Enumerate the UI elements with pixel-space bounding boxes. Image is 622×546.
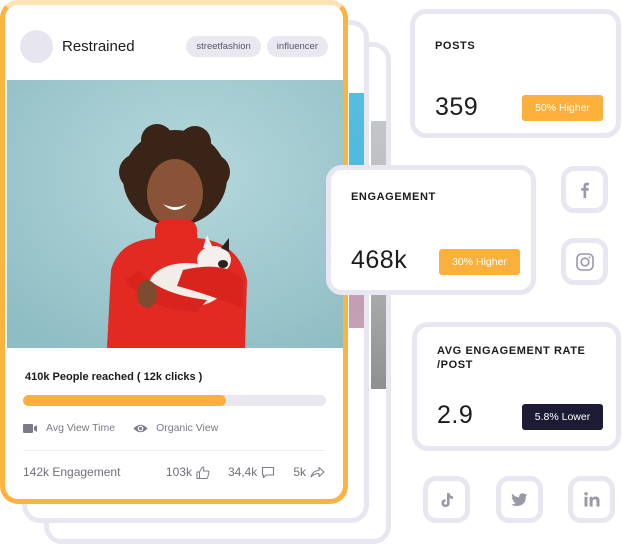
tiktok-button[interactable] bbox=[423, 476, 470, 523]
reach-progress-fill bbox=[23, 395, 226, 406]
post-footer: 142k Engagement 103k 34,4k 5k bbox=[23, 465, 325, 479]
metric-title-line: /POST bbox=[437, 359, 474, 371]
avatar[interactable] bbox=[20, 29, 53, 63]
metric-value: 359 bbox=[435, 93, 479, 121]
twitter-button[interactable] bbox=[496, 476, 543, 523]
avg-view-time[interactable]: Avg View Time bbox=[23, 422, 115, 434]
shares-count: 5k bbox=[293, 465, 306, 479]
comments-count: 34,4k bbox=[227, 465, 258, 479]
divider bbox=[23, 450, 325, 451]
trend-badge: 30% Higher bbox=[439, 249, 520, 275]
engagement-metric-card[interactable]: ENGAGEMENT 468k 30% Higher bbox=[326, 165, 536, 295]
trend-badge: 50% Higher bbox=[522, 95, 603, 121]
engagement-total: 142k Engagement bbox=[23, 465, 121, 479]
tag-list: streetfashion influencer bbox=[186, 35, 328, 57]
thumbs-up-icon bbox=[196, 465, 210, 479]
tiktok-icon bbox=[441, 492, 453, 507]
comment-icon bbox=[262, 466, 275, 478]
post-card[interactable]: Restrained streetfashion influencer 410k… bbox=[0, 0, 348, 504]
eye-icon bbox=[133, 424, 148, 432]
metric-value: 2.9 bbox=[437, 401, 474, 429]
tag-chip[interactable]: streetfashion bbox=[186, 35, 261, 57]
metric-title: AVG ENGAGEMENT RATE /POST bbox=[437, 344, 586, 372]
view-metrics: Avg View Time Organic View bbox=[23, 422, 236, 434]
username[interactable]: Restrained bbox=[62, 38, 135, 55]
linkedin-icon bbox=[583, 492, 599, 507]
tag-chip[interactable]: influencer bbox=[266, 35, 328, 57]
metric-value: 468k bbox=[351, 246, 408, 274]
shares-stat[interactable]: 5k bbox=[293, 465, 325, 479]
metric-title: ENGAGEMENT bbox=[351, 191, 436, 203]
facebook-icon bbox=[580, 182, 589, 198]
video-camera-icon bbox=[23, 423, 37, 433]
share-icon bbox=[310, 467, 325, 478]
comments-stat[interactable]: 34,4k bbox=[228, 465, 275, 479]
organic-view-label: Organic View bbox=[156, 422, 219, 434]
organic-view[interactable]: Organic View bbox=[133, 422, 218, 434]
posts-metric-card[interactable]: POSTS 359 50% Higher bbox=[410, 9, 621, 138]
twitter-icon bbox=[511, 492, 528, 506]
likes-count: 103k bbox=[165, 465, 192, 479]
reach-progress-bar bbox=[23, 395, 326, 406]
metric-title: POSTS bbox=[435, 40, 476, 52]
avg-view-time-label: Avg View Time bbox=[46, 422, 116, 434]
instagram-button[interactable] bbox=[561, 238, 608, 285]
post-header: Restrained streetfashion influencer bbox=[20, 28, 328, 64]
post-photo-illustration bbox=[7, 80, 343, 348]
metric-title-line: AVG ENGAGEMENT RATE bbox=[437, 345, 586, 357]
post-photo[interactable] bbox=[7, 80, 343, 348]
avg-engagement-rate-card[interactable]: AVG ENGAGEMENT RATE /POST 2.9 5.8% Lower bbox=[412, 322, 621, 451]
trend-badge: 5.8% Lower bbox=[522, 404, 603, 430]
likes-stat[interactable]: 103k bbox=[166, 465, 210, 479]
instagram-icon bbox=[575, 252, 594, 271]
facebook-button[interactable] bbox=[561, 166, 608, 213]
linkedin-button[interactable] bbox=[568, 476, 615, 523]
reach-summary: 410k People reached ( 12k clicks ) bbox=[25, 371, 203, 383]
